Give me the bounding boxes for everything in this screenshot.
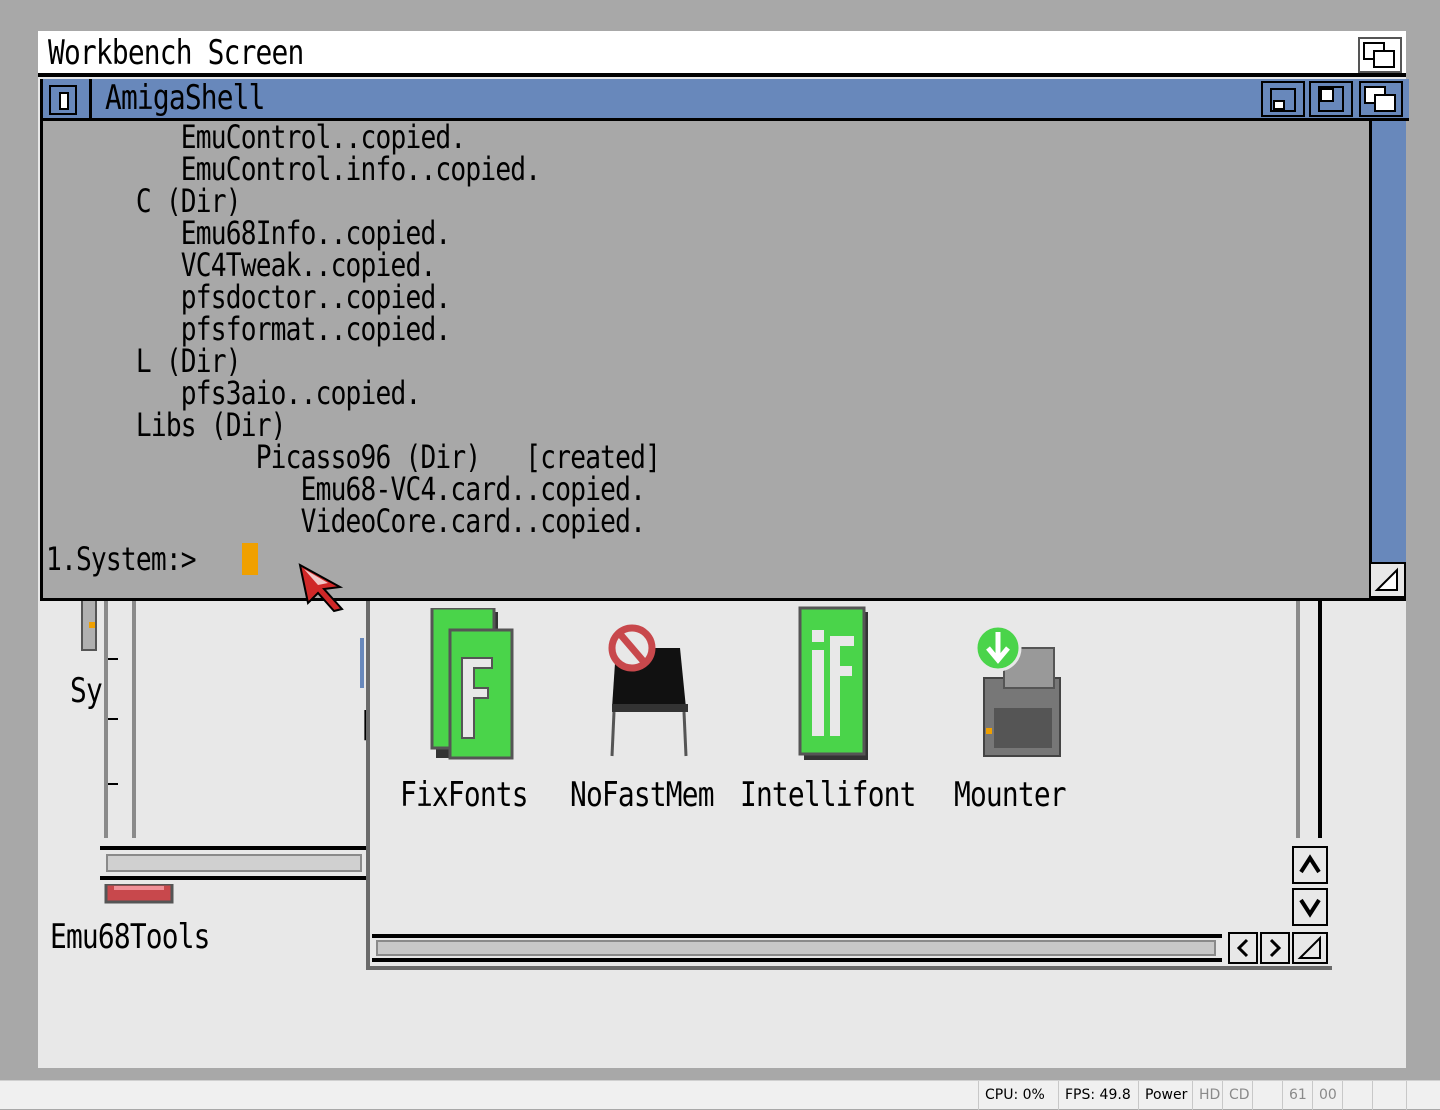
drawer-hscroll[interactable] bbox=[372, 934, 1222, 962]
drawer-size-gadget[interactable] bbox=[1292, 932, 1328, 964]
mouse-pointer bbox=[298, 563, 348, 613]
screen-title-bar[interactable]: Workbench Screen bbox=[38, 31, 1406, 77]
drawer-vscroll[interactable] bbox=[1296, 598, 1322, 838]
fps-counter: FPS: 49.8 bbox=[1058, 1081, 1138, 1110]
resize-icon bbox=[1374, 567, 1398, 591]
zoom-icon bbox=[1318, 86, 1344, 112]
mounter-label: Mounter bbox=[954, 775, 1067, 815]
shell-line: EmuControl.info..copied. bbox=[46, 150, 541, 188]
iconify-icon bbox=[1270, 88, 1296, 112]
arrow-up-icon bbox=[1299, 854, 1321, 874]
arrow-down-icon bbox=[1299, 898, 1321, 918]
status-bar: CPU: 0% FPS: 49.8 Power HD CD 61 00 bbox=[0, 1080, 1440, 1110]
intellifont-icon[interactable] bbox=[798, 606, 870, 762]
scroll-down-button[interactable] bbox=[1292, 888, 1328, 926]
shell-output[interactable]: EmuControl..copied. EmuControl.info..cop… bbox=[46, 121, 1366, 596]
cpu-usage: CPU: 0% bbox=[978, 1081, 1058, 1110]
mounter-icon[interactable] bbox=[974, 608, 1064, 760]
zoom-button[interactable] bbox=[1309, 81, 1353, 117]
power-indicator: Power bbox=[1138, 1081, 1192, 1110]
hd-indicator: HD bbox=[1192, 1081, 1222, 1110]
shell-line: Picasso96 (Dir) [created] bbox=[46, 438, 661, 476]
shell-right-border bbox=[1369, 121, 1406, 598]
shell-line: EmuControl..copied. bbox=[46, 118, 466, 156]
screen-depth-button[interactable] bbox=[1358, 37, 1402, 73]
shell-line: VideoCore.card..copied. bbox=[46, 502, 646, 540]
shell-line: Libs (Dir) bbox=[46, 406, 287, 444]
system-icon[interactable] bbox=[80, 599, 98, 652]
shell-line: L (Dir) bbox=[46, 342, 242, 380]
df0-indicator: 61 bbox=[1282, 1081, 1312, 1110]
text-cursor bbox=[242, 543, 258, 575]
df1-indicator: 00 bbox=[1312, 1081, 1342, 1110]
shell-line: pfsdoctor..copied. bbox=[46, 278, 451, 316]
scroll-right-button[interactable] bbox=[1260, 932, 1290, 964]
nofastmem-label: NoFastMem bbox=[570, 775, 715, 815]
depth-button[interactable] bbox=[1359, 81, 1403, 117]
scroll-up-button[interactable] bbox=[1292, 846, 1328, 884]
depth-icon bbox=[1364, 86, 1396, 112]
shell-line: pfs3aio..copied. bbox=[46, 374, 421, 412]
shell-line: C (Dir) bbox=[46, 182, 242, 220]
amigashell-window[interactable]: AmigaShell EmuControl..copied. EmuContro… bbox=[40, 79, 1409, 601]
fixfonts-label: FixFonts bbox=[400, 775, 529, 815]
left-window-hscroll[interactable] bbox=[100, 846, 368, 880]
fixfonts-icon[interactable] bbox=[430, 606, 514, 764]
arrow-right-icon bbox=[1269, 938, 1282, 958]
emu68tools-drawer-icon[interactable] bbox=[104, 882, 174, 906]
depth-icon bbox=[1363, 42, 1395, 68]
shell-title-bar[interactable]: AmigaShell bbox=[43, 79, 1409, 121]
shell-line: VC4Tweak..copied. bbox=[46, 246, 436, 284]
close-button[interactable] bbox=[49, 85, 77, 115]
nofastmem-icon[interactable] bbox=[606, 608, 692, 758]
resize-icon bbox=[1297, 935, 1321, 959]
shell-title: AmigaShell bbox=[105, 78, 265, 118]
iconify-button[interactable] bbox=[1261, 81, 1305, 117]
arrow-left-icon bbox=[1236, 938, 1249, 958]
emu68-window[interactable]: | bbox=[100, 598, 373, 888]
system-icon-label: Sy bbox=[70, 672, 103, 710]
cd-indicator: CD bbox=[1222, 1081, 1252, 1110]
emu68tools-label: Emu68Tools bbox=[50, 917, 210, 957]
shell-line: pfsformat..copied. bbox=[46, 310, 451, 348]
shell-prompt: 1.System:> bbox=[46, 540, 211, 578]
scroll-left-button[interactable] bbox=[1228, 932, 1258, 964]
intellifont-label: Intellifont bbox=[740, 775, 916, 815]
pointer-icon bbox=[298, 563, 344, 613]
shell-line: Emu68-VC4.card..copied. bbox=[46, 470, 646, 508]
shell-line: Emu68Info..copied. bbox=[46, 214, 451, 252]
screen-title: Workbench Screen bbox=[48, 33, 304, 73]
shell-size-gadget[interactable] bbox=[1369, 562, 1406, 598]
